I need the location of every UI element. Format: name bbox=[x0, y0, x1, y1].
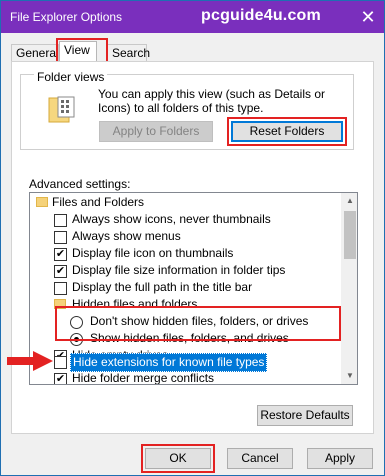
red-arrow-icon bbox=[7, 351, 53, 371]
ok-button[interactable]: OK bbox=[145, 448, 211, 469]
reset-folders-button[interactable]: Reset Folders bbox=[231, 121, 343, 142]
list-item-label: Show hidden files, folders, and drives bbox=[90, 331, 289, 345]
list-item[interactable]: ✔ Hide folder merge conflicts bbox=[30, 370, 340, 385]
list-item[interactable]: Show hidden files, folders, and drives bbox=[30, 330, 340, 347]
checkbox-checked[interactable]: ✔ bbox=[54, 248, 67, 261]
checkbox-checked[interactable]: ✔ bbox=[54, 373, 67, 384]
list-item[interactable]: ✔ Display file icon on thumbnails bbox=[30, 245, 340, 262]
title-bar: File Explorer Options pcguide4u.com ✕ bbox=[1, 1, 384, 33]
list-scrollbar[interactable]: ▲ ▼ bbox=[341, 193, 357, 384]
checkbox[interactable] bbox=[54, 282, 67, 295]
list-item-selected[interactable]: Hide extensions for known file types bbox=[30, 353, 340, 372]
checkbox[interactable] bbox=[54, 231, 67, 244]
checkbox-checked[interactable]: ✔ bbox=[54, 265, 67, 278]
list-item-label: Display the full path in the title bar bbox=[72, 280, 253, 294]
checkbox[interactable] bbox=[54, 356, 67, 369]
folder-views-description: You can apply this view (such as Details… bbox=[98, 87, 326, 115]
scroll-up-icon[interactable]: ▲ bbox=[342, 193, 357, 209]
window-title: File Explorer Options bbox=[10, 10, 123, 24]
list-item-label: Always show menus bbox=[72, 229, 181, 243]
advanced-settings-label: Advanced settings: bbox=[29, 177, 131, 191]
list-item[interactable]: Always show menus bbox=[30, 228, 340, 245]
scroll-thumb[interactable] bbox=[344, 211, 356, 259]
watermark-text: pcguide4u.com bbox=[201, 7, 321, 24]
list-item-label: Hide folder merge conflicts bbox=[72, 371, 215, 385]
list-item: Hidden files and folders bbox=[30, 296, 340, 313]
folder-icon bbox=[36, 197, 48, 207]
scroll-down-icon[interactable]: ▼ bbox=[342, 368, 357, 384]
list-item-label: Display file icon on thumbnails bbox=[72, 246, 234, 260]
list-item[interactable]: Always show icons, never thumbnails bbox=[30, 211, 340, 228]
apply-button[interactable]: Apply bbox=[307, 448, 373, 469]
list-item-label: Don't show hidden files, folders, or dri… bbox=[90, 314, 309, 328]
cancel-button[interactable]: Cancel bbox=[227, 448, 293, 469]
advanced-settings-list[interactable]: Files and Folders Always show icons, nev… bbox=[29, 192, 358, 385]
list-item-label: Files and Folders bbox=[52, 195, 145, 209]
checkbox[interactable] bbox=[54, 214, 67, 227]
folder-views-label: Folder views bbox=[34, 70, 108, 84]
list-item-label: Display file size information in folder … bbox=[72, 263, 286, 277]
close-icon[interactable]: ✕ bbox=[352, 1, 384, 33]
apply-to-folders-button[interactable]: Apply to Folders bbox=[99, 121, 213, 142]
list-item-label: Always show icons, never thumbnails bbox=[72, 212, 271, 226]
tab-view[interactable]: View bbox=[59, 41, 97, 63]
list-item[interactable]: Display the full path in the title bar bbox=[30, 279, 340, 296]
list-item[interactable]: Don't show hidden files, folders, or dri… bbox=[30, 313, 340, 330]
radio-button-selected[interactable] bbox=[70, 333, 83, 346]
file-explorer-options-dialog: File Explorer Options pcguide4u.com ✕ Ge… bbox=[0, 0, 385, 476]
list-item-label: Hidden files and folders bbox=[72, 297, 198, 311]
restore-defaults-button[interactable]: Restore Defaults bbox=[257, 405, 353, 426]
radio-button[interactable] bbox=[70, 316, 83, 329]
folder-icon bbox=[54, 299, 66, 309]
folder-views-icon bbox=[48, 96, 75, 123]
list-item: Files and Folders bbox=[30, 194, 340, 211]
list-item[interactable]: ✔ Display file size information in folde… bbox=[30, 262, 340, 279]
